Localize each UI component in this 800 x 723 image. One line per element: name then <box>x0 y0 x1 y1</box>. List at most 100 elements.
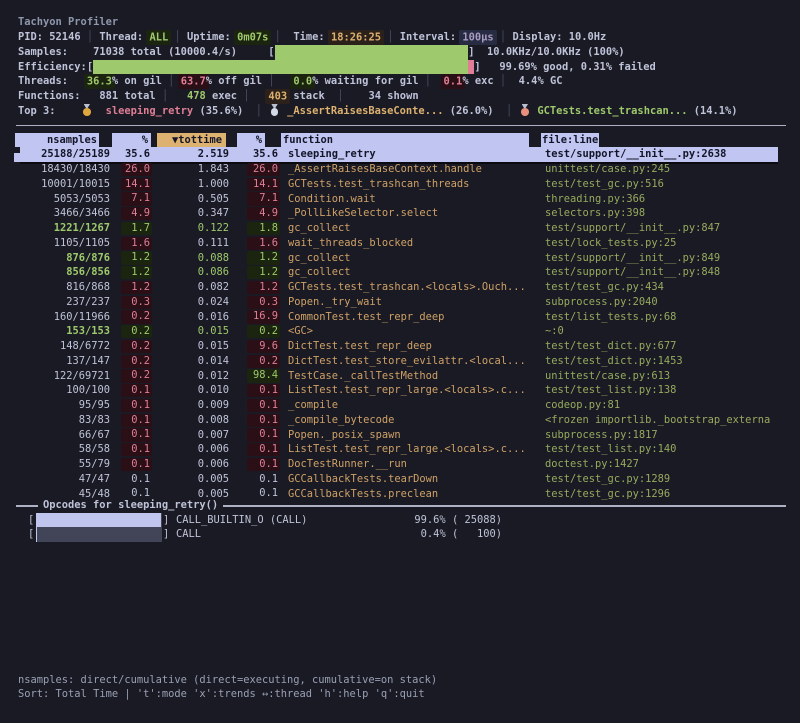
cell-nsamples: 66/67 <box>20 428 110 443</box>
table-row[interactable]: 816/8681.20.0821.2GCTests.test_trashcan.… <box>0 280 800 295</box>
threads-waiting-suffix: % waiting for gil <box>312 75 418 87</box>
table-row[interactable]: 47/470.10.0050.1GCCallbackTests.tearDown… <box>0 472 800 487</box>
opcode-label: CALL <box>176 527 201 542</box>
functions-stack-word: stack <box>293 90 324 102</box>
thread-value[interactable]: ALL <box>146 30 171 45</box>
table-row[interactable]: 160/119660.20.01616.9CommonTest.test_rep… <box>0 310 800 325</box>
opcode-stat: 99.6% ( 25088) <box>340 513 502 528</box>
table-row[interactable]: 83/830.10.0080.1_compile_bytecode<frozen… <box>0 413 800 428</box>
cell-pct2: 1.2 <box>247 266 280 279</box>
cell-nsamples: 5053/5053 <box>20 192 110 207</box>
cell-function: _AssertRaisesBaseContext.handle <box>288 162 482 177</box>
cell-function: Popen._try_wait <box>288 295 382 310</box>
cell-pct2: 1.8 <box>247 222 280 235</box>
cell-tottime: 0.088 <box>150 251 229 266</box>
separator: │ <box>275 31 281 43</box>
table-row[interactable]: 18430/1843026.01.84326.0_AssertRaisesBas… <box>0 162 800 177</box>
pid-label: PID: <box>18 31 43 43</box>
cell-nsamples: 10001/10015 <box>20 177 110 192</box>
top3-entry-3-name[interactable]: GCTests.test_trashcan... <box>537 105 687 117</box>
table-row[interactable]: 1221/12671.70.1221.8gc_collecttest/suppo… <box>0 221 800 236</box>
cell-pct2: 7.1 <box>247 192 280 205</box>
cell-fileline: subprocess.py:1817 <box>545 428 658 443</box>
cell-fileline: unittest/case.py:613 <box>545 369 670 384</box>
cell-tottime: 0.016 <box>150 310 229 325</box>
bracket: [ <box>28 527 34 542</box>
cell-fileline: test/test_gc.py:1296 <box>545 487 670 502</box>
table-row[interactable]: 100/1000.10.0100.1ListTest.test_repr_lar… <box>0 383 800 398</box>
opcode-stat: 0.4% ( 100) <box>340 527 502 542</box>
cell-tottime: 0.122 <box>150 221 229 236</box>
table-row[interactable]: 10001/1001514.11.00014.1GCTests.test_tra… <box>0 177 800 192</box>
cell-function: DocTestRunner.__run <box>288 457 407 472</box>
cell-function: CommonTest.test_repr_deep <box>288 310 444 325</box>
cell-pct2: 4.9 <box>247 207 280 220</box>
column-header-nsamples[interactable]: nsamples <box>15 133 99 148</box>
table-row[interactable]: 148/67720.20.0159.6DictTest.test_repr_de… <box>0 339 800 354</box>
cell-pct2: 35.6 <box>247 148 280 161</box>
cell-pct2: 0.1 <box>247 428 280 441</box>
cell-tottime: 0.505 <box>150 192 229 207</box>
samples-total: 71038 total (10000.4/s) <box>93 46 237 58</box>
table-row[interactable]: 237/2370.30.0240.3Popen._try_waitsubproc… <box>0 295 800 310</box>
cell-pct1: 35.6 <box>121 148 152 161</box>
top3-line: Top 3: sleeping_retry (35.6%) │ _AssertR… <box>18 104 738 119</box>
table-row[interactable]: 3466/34664.90.3474.9_PollLikeSelector.se… <box>0 206 800 221</box>
table-row[interactable]: 137/1470.20.0140.2DictTest.test_store_ev… <box>0 354 800 369</box>
bracket: ] <box>474 61 480 73</box>
threads-on-gil-suffix: % on gil <box>112 75 162 87</box>
cell-pct2: 0.2 <box>247 325 280 338</box>
table-row[interactable]: 66/670.10.0070.1Popen._posix_spawnsubpro… <box>0 428 800 443</box>
top3-entry-1-name[interactable]: sleeping_retry <box>106 105 194 117</box>
cell-fileline: unittest/case.py:245 <box>545 162 670 177</box>
column-header-tottime[interactable]: ▼tottime <box>157 133 226 148</box>
cell-pct1: 0.2 <box>121 310 152 323</box>
cell-pct2: 0.2 <box>247 355 280 368</box>
separator: │ <box>174 31 180 43</box>
cell-pct1: 1.7 <box>121 222 152 235</box>
column-header-pct1[interactable]: % <box>112 133 151 148</box>
cell-tottime: 0.347 <box>150 206 229 221</box>
column-header-pct2[interactable]: % <box>237 133 265 148</box>
cell-pct2: 1.6 <box>247 237 280 250</box>
cell-function: _PollLikeSelector.select <box>288 206 438 221</box>
column-header-fileline[interactable]: file:line <box>541 133 599 148</box>
separator: │ <box>387 31 393 43</box>
cell-pct1: 7.1 <box>121 192 152 205</box>
table-row[interactable]: 122/697210.20.01298.4TestCase._callTestM… <box>0 369 800 384</box>
threads-gc: 4.4 <box>519 75 538 87</box>
table-row[interactable]: 1105/11051.60.1111.6wait_threads_blocked… <box>0 236 800 251</box>
table-row[interactable]: 95/950.10.0090.1_compilecodeop.py:81 <box>0 398 800 413</box>
threads-on-gil: 36.3 <box>84 74 115 89</box>
functions-exec: 478 <box>187 90 206 102</box>
footer-help-line1: nsamples: direct/cumulative (direct=exec… <box>18 673 437 688</box>
table-row[interactable]: 55/790.10.0060.1DocTestRunner.__rundocte… <box>0 457 800 472</box>
cell-nsamples: 95/95 <box>20 398 110 413</box>
cell-nsamples: 58/58 <box>20 442 110 457</box>
functions-total: 881 <box>99 90 118 102</box>
cell-nsamples: 83/83 <box>20 413 110 428</box>
table-row[interactable]: 153/1530.20.0150.2<GC>~:0 <box>0 324 800 339</box>
top3-entry-2-name[interactable]: _AssertRaisesBaseConte... <box>287 105 443 117</box>
cell-pct1: 0.2 <box>121 340 152 353</box>
cell-fileline: threading.py:366 <box>545 192 645 207</box>
gold-medal-icon <box>81 104 94 116</box>
table-row[interactable]: 856/8561.20.0861.2gc_collecttest/support… <box>0 265 800 280</box>
threads-exc-suffix: % exc <box>462 75 493 87</box>
table-row[interactable]: 25188/2518935.62.51935.6sleeping_retryte… <box>0 147 800 162</box>
table-row[interactable]: 876/8761.20.0881.2gc_collecttest/support… <box>0 251 800 266</box>
table-row[interactable]: 5053/50537.10.5057.1Condition.waitthread… <box>0 192 800 207</box>
interval-value: 100µs <box>459 30 496 45</box>
cell-function: GCCallbackTests.tearDown <box>288 472 438 487</box>
functions-line: Functions: 881 total │ 478 exec │ 403 st… <box>18 89 419 104</box>
cell-nsamples: 148/6772 <box>20 339 110 354</box>
bracket: [ <box>28 513 34 528</box>
cell-tottime: 0.015 <box>150 324 229 339</box>
cell-pct2: 1.2 <box>247 281 280 294</box>
time-value: 18:26:25 <box>328 30 384 45</box>
cell-tottime: 0.082 <box>150 280 229 295</box>
cell-fileline: test/lock_tests.py:25 <box>545 236 676 251</box>
functions-shown-word: shown <box>387 90 418 102</box>
table-row[interactable]: 58/580.10.0060.1ListTest.test_repr_large… <box>0 442 800 457</box>
column-header-function[interactable]: function <box>281 133 529 148</box>
